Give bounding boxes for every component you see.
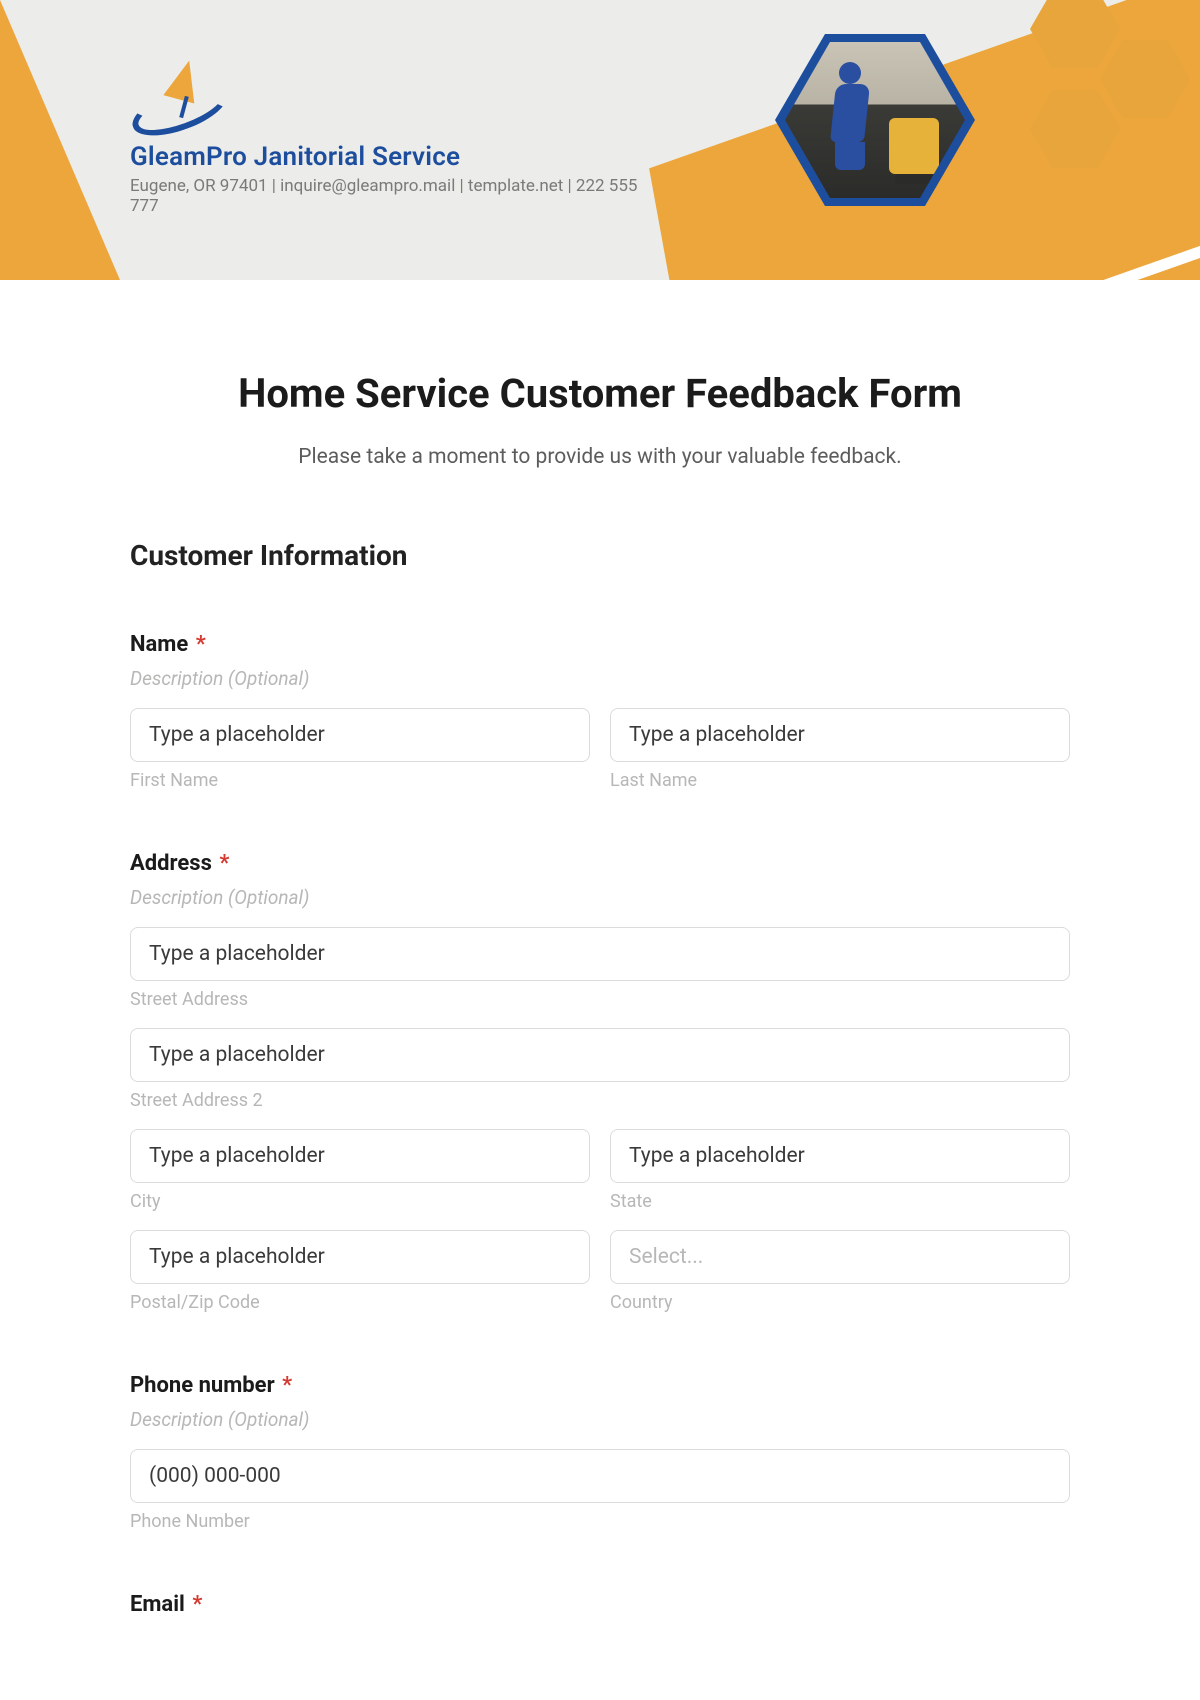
- first-name-sublabel: First Name: [130, 770, 590, 791]
- name-description: Description (Optional): [130, 667, 1070, 690]
- last-name-sublabel: Last Name: [610, 770, 1070, 791]
- email-label: Email *: [130, 1592, 1070, 1617]
- field-address: Address * Description (Optional) Street …: [130, 851, 1070, 1313]
- form-page: Home Service Customer Feedback Form Plea…: [0, 280, 1200, 1657]
- phone-label: Phone number *: [130, 1373, 1070, 1398]
- state-sublabel: State: [610, 1191, 1070, 1212]
- name-label: Name *: [130, 632, 1070, 657]
- cleaning-cart-icon: [889, 118, 939, 174]
- city-input[interactable]: [130, 1129, 590, 1183]
- address-description: Description (Optional): [130, 886, 1070, 909]
- street-address-2-sublabel: Street Address 2: [130, 1090, 1070, 1111]
- brand-contact: Eugene, OR 97401 | inquire@gleampro.mail…: [130, 176, 650, 216]
- country-select-placeholder: Select...: [629, 1245, 703, 1269]
- phone-description: Description (Optional): [130, 1408, 1070, 1431]
- address-label: Address *: [130, 851, 1070, 876]
- required-mark: *: [196, 632, 206, 657]
- page-subtitle: Please take a moment to provide us with …: [130, 445, 1070, 469]
- city-sublabel: City: [130, 1191, 590, 1212]
- country-select[interactable]: Select...: [610, 1230, 1070, 1284]
- brand-logo: [130, 60, 240, 130]
- required-mark: *: [282, 1373, 292, 1398]
- required-mark: *: [219, 851, 229, 876]
- header: GleamPro Janitorial Service Eugene, OR 9…: [0, 0, 1200, 280]
- street-address-2-input[interactable]: [130, 1028, 1070, 1082]
- field-phone: Phone number * Description (Optional) Ph…: [130, 1373, 1070, 1532]
- name-label-text: Name: [130, 632, 188, 657]
- phone-number-input[interactable]: [130, 1449, 1070, 1503]
- brand-block: GleamPro Janitorial Service Eugene, OR 9…: [130, 60, 650, 216]
- postal-zip-sublabel: Postal/Zip Code: [130, 1292, 590, 1313]
- header-graphic-left: [0, 0, 120, 280]
- address-label-text: Address: [130, 851, 212, 876]
- last-name-input[interactable]: [610, 708, 1070, 762]
- janitor-figure-icon: [819, 62, 869, 172]
- brand-name: GleamPro Janitorial Service: [130, 142, 650, 172]
- phone-label-text: Phone number: [130, 1373, 275, 1398]
- country-sublabel: Country: [610, 1292, 1070, 1313]
- required-mark: *: [192, 1592, 202, 1617]
- hero-hex: [760, 20, 990, 220]
- street-address-sublabel: Street Address: [130, 989, 1070, 1010]
- street-address-input[interactable]: [130, 927, 1070, 981]
- first-name-input[interactable]: [130, 708, 590, 762]
- state-input[interactable]: [610, 1129, 1070, 1183]
- field-email: Email *: [130, 1592, 1070, 1617]
- field-name: Name * Description (Optional) First Name…: [130, 632, 1070, 791]
- page-title: Home Service Customer Feedback Form: [130, 370, 1070, 417]
- section-customer-info: Customer Information: [130, 539, 1070, 572]
- email-label-text: Email: [130, 1592, 185, 1617]
- phone-number-sublabel: Phone Number: [130, 1511, 1070, 1532]
- postal-zip-input[interactable]: [130, 1230, 590, 1284]
